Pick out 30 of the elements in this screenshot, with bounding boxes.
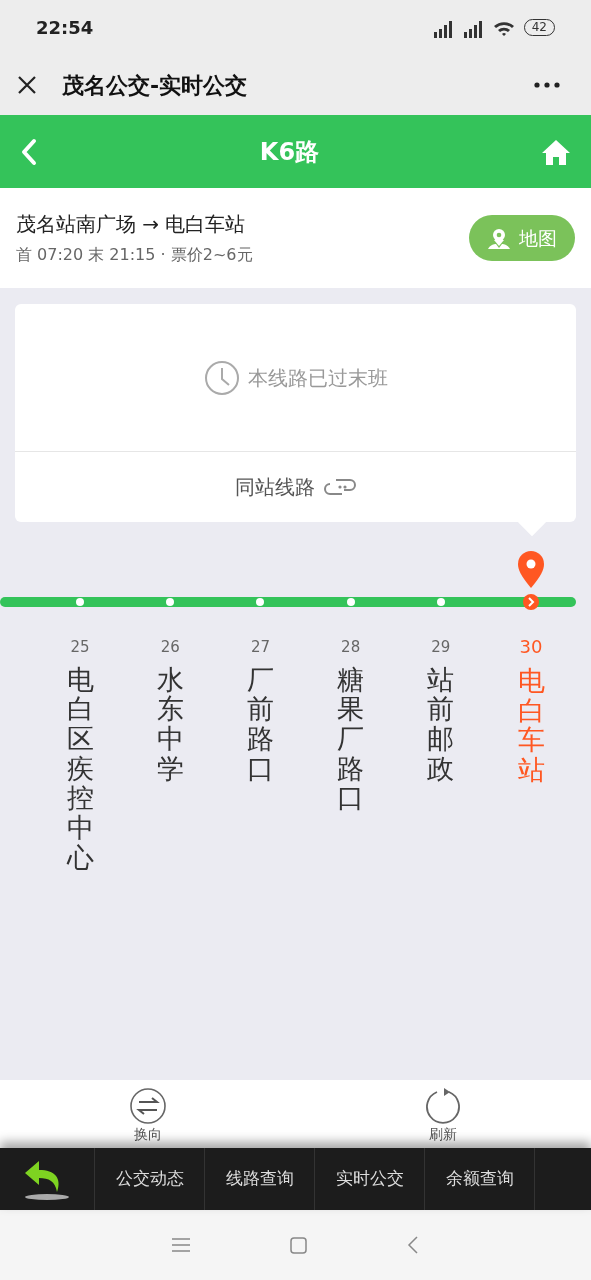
action-label: 刷新 <box>429 1127 458 1141</box>
stop-name[interactable]: 站前邮政 <box>427 664 455 784</box>
same-station-link[interactable]: 同站线路 <box>234 472 315 502</box>
clock-icon <box>203 359 240 396</box>
stop-name[interactable]: 糖果厂路口 <box>337 664 365 813</box>
stop-name[interactable]: 水东中学 <box>156 664 184 784</box>
clock-time: 22:54 <box>36 16 94 40</box>
stop-name[interactable]: 厂前路口 <box>246 664 274 784</box>
back-nav-icon[interactable] <box>407 1236 419 1254</box>
route-schedule: 首 07:20 末 21:15 · 票价2~6元 <box>16 244 253 266</box>
close-icon[interactable] <box>16 74 38 96</box>
more-icon[interactable] <box>533 81 561 89</box>
refresh-icon[interactable] <box>425 1088 462 1124</box>
action-label: 换向 <box>133 1127 162 1141</box>
stop-number: 30 <box>519 635 543 659</box>
home-square-icon[interactable] <box>290 1236 307 1254</box>
stop-number: 25 <box>70 637 90 658</box>
window-title: 茂名公交-实时公交 <box>62 71 248 100</box>
location-icon <box>487 226 511 250</box>
page-title: K6路 <box>259 136 320 168</box>
stop-number: 27 <box>250 637 270 658</box>
link-icon <box>322 477 357 497</box>
stop-number: 28 <box>341 637 361 658</box>
stop-number: 29 <box>431 637 451 658</box>
stop-name[interactable]: 电白区疾控中心 <box>66 664 94 873</box>
route-direction: 茂名站南广场 → 电白车站 <box>16 211 247 238</box>
swap-icon[interactable] <box>129 1088 166 1124</box>
location-pin-icon <box>517 550 546 588</box>
status-message: 本线路已过末班 <box>247 364 388 392</box>
stop-number: 26 <box>160 637 180 658</box>
